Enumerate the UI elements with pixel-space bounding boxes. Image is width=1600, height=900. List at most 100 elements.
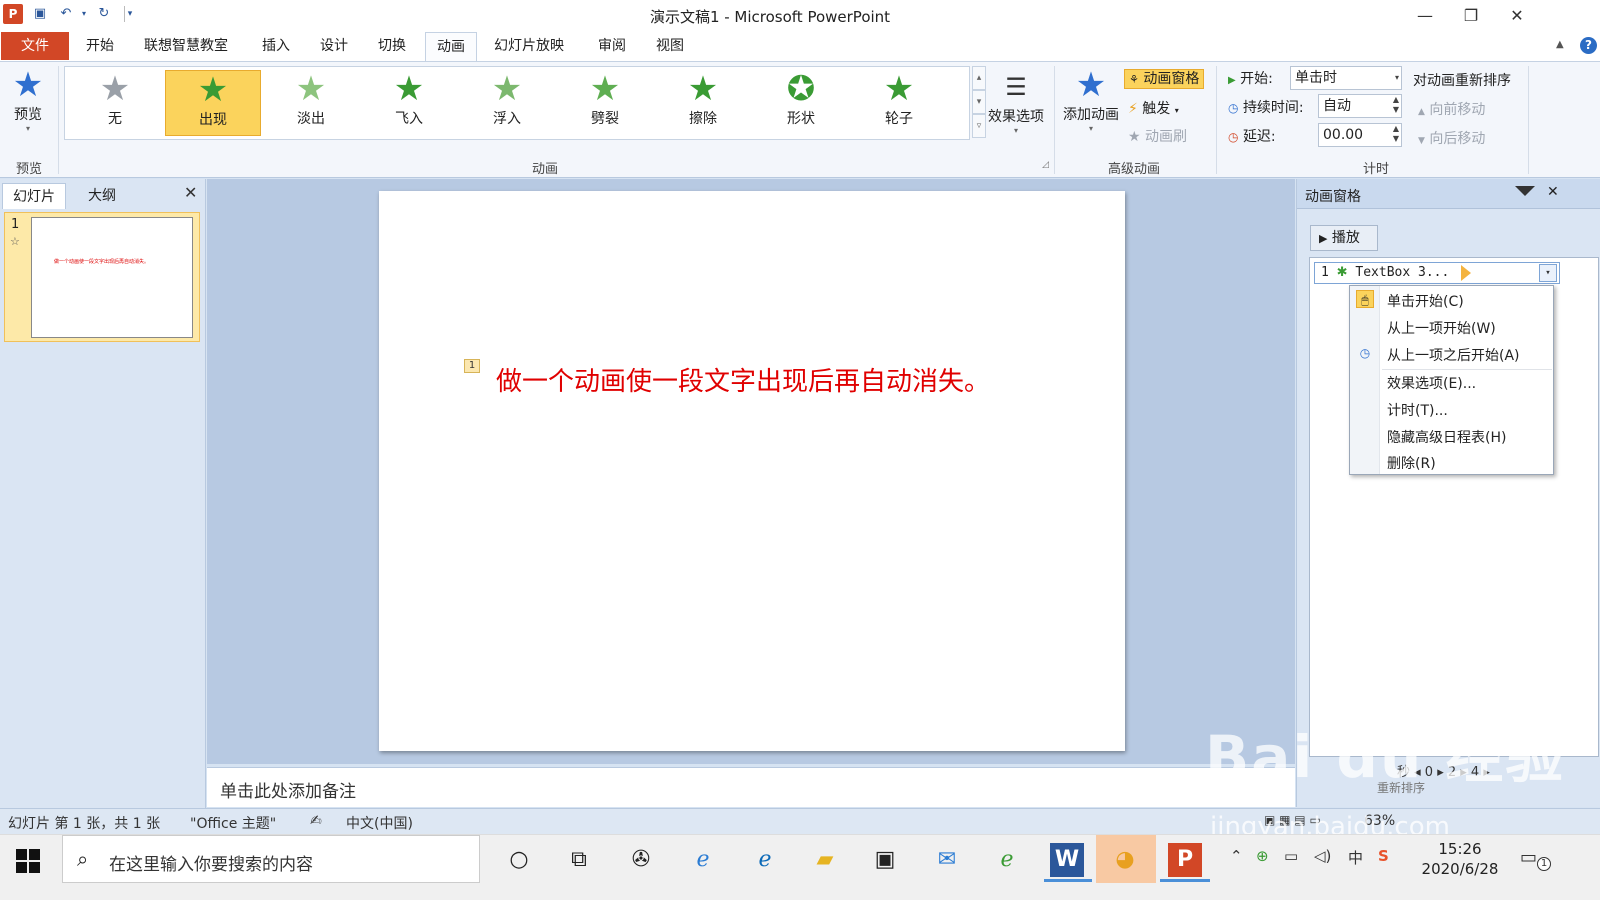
pane-close-icon[interactable]: ✕: [1547, 184, 1559, 200]
move-earlier-button[interactable]: ▲ 向前移动: [1418, 99, 1485, 119]
tab-design[interactable]: 设计: [320, 32, 348, 61]
tab-insert[interactable]: 插入: [262, 32, 290, 61]
task-view-icon[interactable]: ⧉: [562, 843, 596, 877]
tab-outline[interactable]: 大纲: [70, 183, 134, 209]
animation-order-tag[interactable]: 1: [464, 359, 480, 373]
spellcheck-icon[interactable]: ✍: [310, 813, 322, 829]
undo-icon[interactable]: ↶: [56, 4, 76, 24]
gallery-scroll-down[interactable]: ▾: [972, 90, 986, 114]
close-button[interactable]: ✕: [1494, 2, 1540, 30]
tab-slideshow[interactable]: 幻灯片放映: [494, 32, 564, 61]
ime-indicator[interactable]: 中: [1348, 847, 1363, 868]
trigger-button[interactable]: ⚡ 触发 ▾: [1128, 98, 1179, 118]
duration-field[interactable]: 自动 ▲ ▼: [1318, 94, 1402, 118]
notification-center-icon[interactable]: ▭: [1520, 847, 1537, 868]
menu-timing[interactable]: 计时(T)...: [1387, 400, 1448, 420]
dialog-launcher-icon[interactable]: ◿: [1042, 160, 1049, 170]
clock[interactable]: 15:26 2020/6/28: [1412, 839, 1508, 879]
anim-label: 浮入: [493, 111, 521, 127]
file-explorer-icon[interactable]: ▰: [808, 843, 842, 877]
tab-file[interactable]: 文件: [1, 32, 69, 60]
animation-painter-button[interactable]: ★ 动画刷: [1128, 126, 1187, 146]
anim-appear[interactable]: ★ 出现: [165, 70, 261, 136]
tab-home[interactable]: 开始: [86, 32, 114, 61]
pane-menu-icon[interactable]: [1515, 186, 1535, 196]
theme-name[interactable]: "Office 主题": [190, 813, 276, 833]
pacman-app-icon[interactable]: ◕: [1108, 843, 1142, 877]
menu-remove[interactable]: 删除(R): [1387, 453, 1436, 473]
undo-dropdown-icon[interactable]: ▾: [74, 4, 94, 24]
windows-start-icon[interactable]: [16, 849, 40, 873]
gallery-scroll-up[interactable]: ▴: [972, 66, 986, 90]
preview-button[interactable]: ★ 预览 ▾: [8, 66, 48, 133]
notes-pane[interactable]: 单击此处添加备注: [207, 767, 1295, 807]
anim-label: 轮子: [885, 111, 913, 127]
language[interactable]: 中文(中国): [346, 813, 413, 833]
powerpoint-taskbar-icon[interactable]: P: [1168, 843, 1202, 877]
tray-expand-icon[interactable]: ⌃: [1230, 847, 1243, 865]
word-icon[interactable]: W: [1050, 843, 1084, 877]
cortana-icon[interactable]: ○: [502, 843, 536, 877]
store-icon[interactable]: ▣: [868, 843, 902, 877]
collapse-ribbon-icon[interactable]: ▲: [1556, 39, 1564, 50]
reorder-title: 对动画重新排序: [1413, 73, 1511, 89]
anim-fly-in[interactable]: ★ 飞入: [361, 70, 457, 136]
menu-hide-advanced-timeline[interactable]: 隐藏高级日程表(H): [1387, 427, 1506, 447]
redo-icon[interactable]: ↻: [94, 4, 114, 24]
minimize-button[interactable]: —: [1402, 2, 1448, 30]
item-dropdown-icon[interactable]: ▾: [1539, 264, 1557, 282]
add-animation-dropdown-icon: ▾: [1088, 124, 1093, 133]
gallery-more[interactable]: ▿: [972, 114, 986, 138]
ribbon: ★ 预览 ▾ 预览 ★ 无 ★ 出现 ★ 淡出 ★ 飞入 ★ 浮入 ★ 劈裂 ★…: [0, 62, 1600, 178]
menu-start-with-previous[interactable]: 从上一项开始(W): [1387, 318, 1496, 338]
tab-animations[interactable]: 动画: [425, 32, 477, 61]
tab-lenovo-classroom[interactable]: 联想智慧教室: [144, 32, 228, 61]
restore-button[interactable]: ❐: [1448, 2, 1494, 30]
anim-none[interactable]: ★ 无: [67, 70, 163, 136]
start-select[interactable]: 单击时 ▾: [1290, 66, 1402, 90]
play-button[interactable]: ▶ 播放: [1310, 225, 1378, 251]
anim-split[interactable]: ★ 劈裂: [557, 70, 653, 136]
close-panel-icon[interactable]: ✕: [184, 183, 197, 202]
slide-thumbnail[interactable]: 1 ☆ 做一个动画使一段文字出现后再自动消失。: [4, 212, 200, 342]
duration-spinner-icon[interactable]: ▲ ▼: [1393, 95, 1399, 115]
taskbar-search[interactable]: ⌕ 在这里输入你要搜索的内容: [62, 835, 480, 883]
anim-wheel[interactable]: ★ 轮子: [851, 70, 947, 136]
mail-icon[interactable]: ✉: [930, 843, 964, 877]
delay-spinner-icon[interactable]: ▲ ▼: [1393, 124, 1399, 144]
save-icon[interactable]: ▣: [30, 4, 50, 24]
effect-options-button[interactable]: ☰ 效果选项 ▾: [986, 68, 1046, 135]
anim-fade[interactable]: ★ 淡出: [263, 70, 359, 136]
animation-pane-button[interactable]: ⚘ 动画窗格: [1124, 68, 1205, 89]
move-later-button[interactable]: ▼ 向后移动: [1418, 128, 1485, 148]
menu-effect-options[interactable]: 效果选项(E)...: [1387, 373, 1476, 393]
window-title: 演示文稿1 - Microsoft PowerPoint: [649, 8, 891, 26]
add-animation-button[interactable]: ★ 添加动画 ▾: [1058, 66, 1124, 133]
slide-canvas[interactable]: 1 做一个动画使一段文字出现后再自动消失。: [379, 191, 1125, 751]
security-tray-icon[interactable]: ⊕: [1256, 847, 1269, 865]
tab-view[interactable]: 视图: [656, 32, 684, 61]
internet-explorer-icon[interactable]: ℯ: [686, 843, 720, 877]
browser-360-icon[interactable]: ℯ: [990, 843, 1024, 877]
menu-start-on-click[interactable]: 单击开始(C): [1387, 291, 1464, 311]
customize-quick-access-icon[interactable]: ▾: [120, 4, 140, 24]
anim-label: 擦除: [689, 111, 717, 127]
help-icon[interactable]: ?: [1580, 37, 1597, 54]
animation-list-item[interactable]: 1 ✱ TextBox 3... ▾: [1314, 262, 1560, 284]
delay-field[interactable]: 00.00 ▲ ▼: [1318, 123, 1402, 147]
anim-shape[interactable]: ✪ 形状: [753, 70, 849, 136]
tab-slides[interactable]: 幻灯片: [2, 183, 66, 209]
menu-start-after-previous[interactable]: 从上一项之后开始(A): [1387, 345, 1520, 365]
slide-textbox[interactable]: 做一个动画使一段文字出现后再自动消失。: [496, 361, 990, 398]
tab-review[interactable]: 审阅: [598, 32, 626, 61]
lightning-icon: ⚡: [1128, 101, 1138, 117]
sogou-input-icon[interactable]: S: [1378, 847, 1389, 865]
volume-icon[interactable]: ◁): [1314, 847, 1331, 865]
edge-icon[interactable]: ℯ: [748, 843, 782, 877]
network-icon[interactable]: ▭: [1284, 847, 1298, 865]
tab-transitions[interactable]: 切换: [378, 32, 406, 61]
anim-float-in[interactable]: ★ 浮入: [459, 70, 555, 136]
anim-label: 劈裂: [591, 111, 619, 127]
pinwheel-app-icon[interactable]: ✇: [624, 843, 658, 877]
anim-wipe[interactable]: ★ 擦除: [655, 70, 751, 136]
